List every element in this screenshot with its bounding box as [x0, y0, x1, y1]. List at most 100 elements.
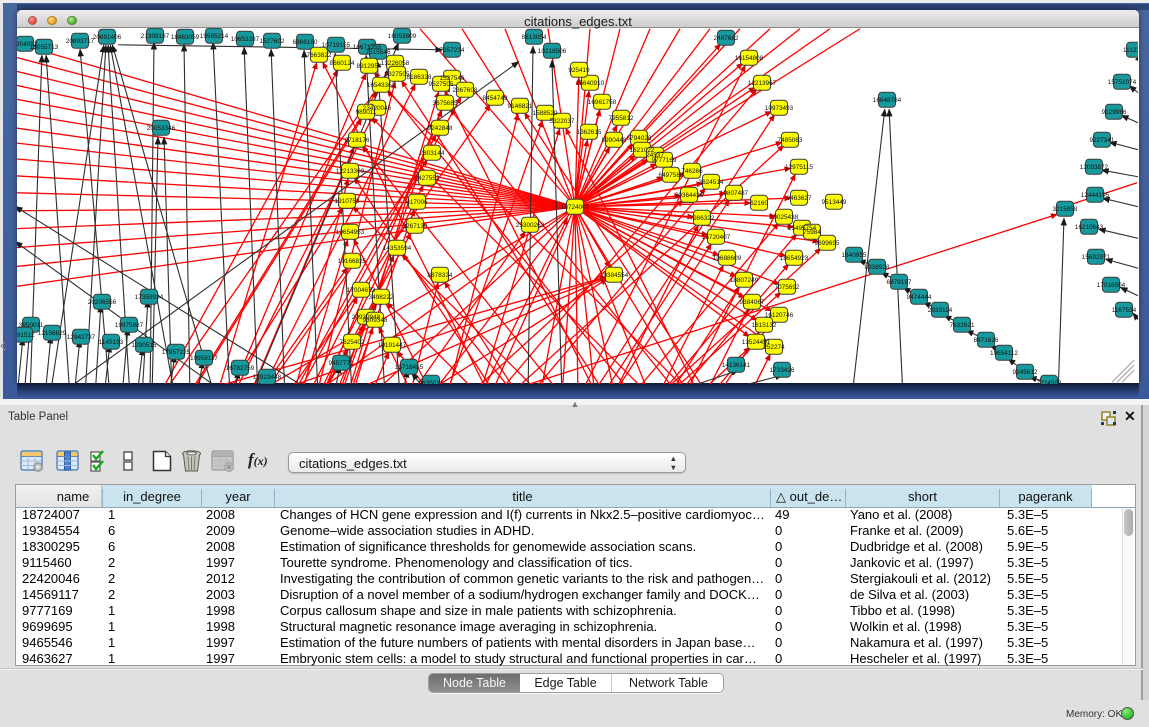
svg-text:10654112: 10654112	[990, 349, 1018, 356]
svg-text:25300263: 25300263	[516, 221, 545, 228]
svg-text:8912954: 8912954	[357, 62, 382, 69]
svg-text:417006: 417006	[406, 198, 428, 205]
svg-text:2487682: 2487682	[714, 34, 739, 41]
svg-text:6966160: 6966160	[293, 38, 318, 45]
svg-text:7625402: 7625402	[340, 338, 365, 345]
svg-text:7075692: 7075692	[775, 283, 800, 290]
svg-text:9699695: 9699695	[815, 239, 840, 246]
svg-text:1290515: 1290515	[132, 341, 157, 348]
svg-text:21309137: 21309137	[141, 32, 170, 39]
svg-text:252274: 252274	[763, 343, 785, 350]
svg-text:1145193: 1145193	[99, 338, 124, 345]
svg-text:8938928: 8938928	[865, 263, 890, 270]
svg-text:18055713: 18055713	[30, 43, 59, 50]
svg-text:12093872: 12093872	[1080, 163, 1109, 170]
svg-text:17016504: 17016504	[1097, 281, 1126, 288]
svg-text:12975115: 12975115	[785, 163, 813, 170]
svg-text:3675685: 3675685	[433, 99, 458, 106]
svg-text:1588520: 1588520	[533, 109, 558, 116]
svg-text:1615132: 1615132	[752, 321, 777, 328]
svg-text:19975887: 19975887	[115, 321, 144, 328]
svg-text:15751074: 15751074	[1108, 78, 1137, 85]
svg-text:18807249: 18807249	[730, 276, 759, 283]
svg-text:10973493: 10973493	[765, 104, 794, 111]
svg-text:8813054: 8813054	[522, 33, 547, 40]
svg-text:17359934: 17359934	[135, 293, 164, 300]
svg-text:7986322: 7986322	[690, 214, 715, 221]
svg-text:16210643: 16210643	[1075, 223, 1104, 230]
svg-text:9242848: 9242848	[428, 124, 453, 131]
svg-text:6879197: 6879197	[887, 278, 912, 285]
svg-text:19166825: 19166825	[338, 257, 367, 264]
svg-text:10958117: 10958117	[190, 354, 218, 361]
svg-text:9513449: 9513449	[822, 198, 847, 205]
svg-text:20053346: 20053346	[147, 124, 176, 131]
svg-text:20364436: 20364436	[675, 191, 704, 198]
svg-text:9777169: 9777169	[652, 156, 677, 163]
svg-text:3624514: 3624514	[699, 178, 724, 185]
svg-text:8454749: 8454749	[483, 94, 508, 101]
svg-text:19565214: 19565214	[200, 32, 229, 39]
svg-text:6794028: 6794028	[627, 134, 652, 141]
svg-text:1527602: 1527602	[260, 37, 285, 44]
svg-text:12213967: 12213967	[748, 79, 777, 86]
svg-text:7663822: 7663822	[307, 51, 332, 58]
svg-text:10218506: 10218506	[538, 47, 567, 54]
svg-text:16782759: 16782759	[226, 364, 255, 371]
svg-text:14353594: 14353594	[383, 244, 412, 251]
svg-text:9129966: 9129966	[1102, 108, 1127, 115]
svg-text:3267130: 3267130	[403, 222, 428, 229]
svg-text:18654923: 18654923	[780, 254, 809, 261]
svg-text:15716485: 15716485	[395, 363, 424, 370]
svg-text:20691406: 20691406	[93, 33, 122, 40]
svg-text:5322037: 5322037	[550, 117, 575, 124]
svg-text:746266: 746266	[681, 167, 703, 174]
svg-text:16154808: 16154808	[735, 54, 764, 61]
svg-text:9146821: 9146821	[508, 102, 533, 109]
svg-text:8427552: 8427552	[415, 174, 440, 181]
svg-text:1362615: 1362615	[577, 128, 602, 135]
svg-text:7357234: 7357234	[440, 46, 465, 53]
svg-text:12213369: 12213369	[336, 167, 365, 174]
svg-text:9245612: 9245612	[1013, 368, 1038, 375]
svg-text:1112345: 1112345	[1123, 46, 1138, 53]
svg-text:12942737: 12942737	[67, 333, 96, 340]
svg-text:19384554: 19384554	[600, 271, 629, 278]
svg-text:20206556: 20206556	[88, 298, 117, 305]
svg-text:8990448: 8990448	[602, 136, 627, 143]
svg-text:15720407: 15720407	[702, 233, 731, 240]
svg-text:989011: 989011	[356, 108, 377, 115]
svg-text:7955812: 7955812	[609, 114, 634, 121]
svg-text:16648784: 16648784	[873, 96, 902, 103]
svg-text:15640910: 15640910	[576, 79, 605, 86]
svg-text:10653287: 10653287	[231, 35, 260, 42]
svg-text:8186328: 8186328	[407, 73, 432, 80]
svg-text:12156829: 12156829	[38, 329, 67, 336]
svg-text:16543362: 16543362	[367, 81, 396, 88]
svg-text:8471626: 8471626	[974, 336, 999, 343]
svg-text:2933114: 2933114	[928, 306, 953, 313]
svg-text:1910753: 1910753	[335, 197, 360, 204]
svg-text:9527505: 9527505	[429, 80, 454, 87]
svg-text:9474444: 9474444	[907, 293, 932, 300]
svg-text:8660124: 8660124	[330, 59, 355, 66]
svg-text:12444195: 12444195	[1081, 191, 1110, 198]
svg-text:10688609: 10688609	[713, 254, 742, 261]
svg-text:12923448: 12923448	[253, 373, 282, 380]
svg-text:7224503: 7224503	[1037, 379, 1062, 383]
svg-text:6497568: 6497568	[659, 171, 684, 178]
svg-text:2367608: 2367608	[453, 86, 478, 93]
svg-text:9635021: 9635021	[419, 379, 444, 383]
svg-text:1640955: 1640955	[842, 251, 867, 258]
svg-text:10807487: 10807487	[720, 189, 749, 196]
svg-text:10025438: 10025438	[770, 213, 799, 220]
svg-text:2718176: 2718176	[345, 136, 370, 143]
svg-text:9384067: 9384067	[740, 298, 765, 305]
svg-text:7632621: 7632621	[950, 321, 975, 328]
svg-text:16120746: 16120746	[765, 311, 794, 318]
svg-text:1167534: 1167534	[1112, 306, 1137, 313]
svg-text:3498222: 3498222	[369, 293, 394, 300]
svg-text:8878334: 8878334	[428, 271, 453, 278]
svg-text:2803144: 2803144	[420, 149, 445, 156]
svg-text:13226058: 13226058	[381, 59, 410, 66]
